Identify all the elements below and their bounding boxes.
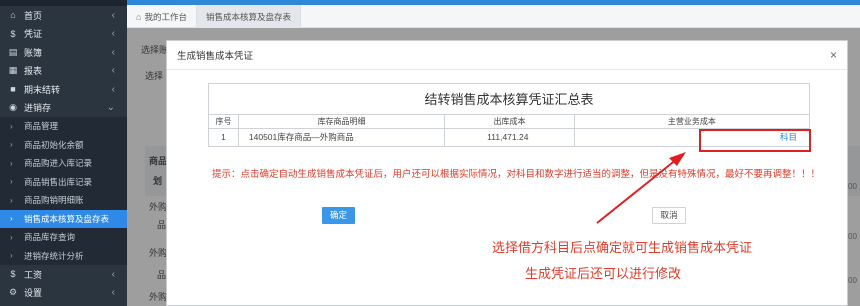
chevron-right-icon: ›	[10, 214, 13, 224]
submenu-item-label: 商品初始化余额	[24, 139, 84, 150]
confirm-button[interactable]: 确定	[322, 207, 355, 224]
sidebar-item-label: 报表	[24, 66, 43, 77]
inventory-submenu: › 商品管理 › 商品初始化余额 › 商品购进入库记录 › 商品销售出库记录 ›…	[0, 117, 127, 265]
sidebar-item-label: 进销存	[24, 103, 52, 114]
sidebar-item-books[interactable]: ▤ 账簿 ‹	[0, 43, 127, 62]
chevron-right-icon: ›	[10, 177, 13, 187]
dialog-header: 生成销售成本凭证	[167, 41, 847, 70]
sidebar-item-label: 凭证	[24, 29, 43, 40]
settings-icon: ⚙	[8, 287, 18, 298]
table-cell-item: 140501库存商品—外购商品	[239, 129, 446, 146]
chevron-right-icon: ›	[10, 195, 13, 205]
submenu-item-label: 商品管理	[24, 121, 59, 132]
table-header-row: 序号 库存商品明细 出库成本 主营业务成本	[209, 115, 809, 129]
table-cell: 00	[848, 232, 857, 241]
sidebar-item-label: 设置	[24, 288, 43, 299]
annotation-text: 选择借方科目后点确定就可生成销售成本凭证	[492, 240, 753, 255]
hint-text: 提示：点击确定自动生成销售成本凭证后，用户还可以根据实际情况，对科目和数字进行适…	[211, 169, 820, 180]
tab-bar: ⌂ 我的工作台 销售成本核算及盘存表	[127, 5, 860, 28]
tab-cost-accounting[interactable]: 销售成本核算及盘存表	[196, 5, 301, 28]
sidebar-item-period-close[interactable]: ■ 期末结转 ‹	[0, 80, 127, 99]
report-icon: ▦	[8, 65, 18, 76]
submenu-item-label: 商品购销明细账	[24, 195, 84, 206]
chevron-left-icon: ‹	[111, 83, 115, 95]
summary-table-title: 结转销售成本核算凭证汇总表	[209, 84, 809, 115]
chevron-left-icon: ‹	[111, 268, 115, 280]
chevron-right-icon: ›	[10, 121, 13, 131]
submenu-item-label: 进销存统计分析	[24, 250, 84, 261]
home-icon: ⌂	[136, 11, 142, 22]
chevron-left-icon: ‹	[111, 287, 115, 299]
submenu-item-initial-balance[interactable]: › 商品初始化余额	[0, 136, 127, 155]
submenu-item-label: 销售成本核算及盘存表	[24, 213, 110, 224]
chevron-right-icon: ›	[10, 232, 13, 242]
sidebar-item-label: 期末结转	[24, 84, 61, 95]
sidebar-item-home[interactable]: ⌂ 首页 ‹	[0, 6, 127, 25]
tab-workbench[interactable]: ⌂ 我的工作台	[127, 5, 197, 28]
sidebar-item-label: 首页	[24, 10, 43, 21]
home-icon: ⌂	[10, 10, 16, 21]
close-icon[interactable]: ×	[830, 48, 837, 62]
table-cell: 00	[848, 182, 857, 191]
column-header-main-cost: 主营业务成本	[667, 117, 716, 126]
sidebar-item-label: 工资	[24, 269, 43, 280]
chevron-left-icon: ‹	[111, 46, 115, 58]
inventory-icon: ◉	[9, 102, 17, 113]
chevron-right-icon: ›	[10, 251, 13, 261]
table-cell-cost: 111,471.24	[445, 129, 575, 146]
sidebar-item-label: 账簿	[24, 47, 43, 58]
submenu-item-cost-accounting[interactable]: › 销售成本核算及盘存表	[0, 209, 127, 228]
sidebar: ⌂ 首页 ‹ $ 凭证 ‹ ▤ 账簿 ‹ ▦ 报表 ‹ ■ 期末结转 ‹ ◉ 进…	[0, 0, 127, 306]
chevron-right-icon: ›	[10, 158, 13, 168]
submenu-item-label: 商品销售出库记录	[24, 176, 93, 187]
table-cell-no: 1	[209, 129, 239, 146]
highlight-box	[699, 129, 811, 152]
dialog-title: 生成销售成本凭证	[177, 51, 254, 62]
period-close-icon: ■	[10, 84, 16, 95]
column-header-cost: 出库成本	[445, 115, 575, 128]
submenu-item-stock-query[interactable]: › 商品库存查询	[0, 228, 127, 247]
chevron-down-icon: ⌄	[106, 102, 115, 114]
cancel-button[interactable]: 取消	[652, 207, 686, 224]
sidebar-item-settings[interactable]: ⚙ 设置 ‹	[0, 284, 127, 303]
generate-voucher-dialog: 生成销售成本凭证 × 结转销售成本核算凭证汇总表 序号 库存商品明细 出库成本 …	[166, 40, 848, 306]
column-header-item: 库存商品明细	[239, 115, 446, 128]
sidebar-item-reports[interactable]: ▦ 报表 ‹	[0, 62, 127, 81]
submenu-item-label: 商品购进入库记录	[24, 158, 93, 169]
table-cell: 00	[848, 276, 857, 285]
submenu-item-label: 商品库存查询	[24, 232, 76, 243]
submenu-item-goods-management[interactable]: › 商品管理	[0, 117, 127, 136]
column-header-no: 序号	[209, 115, 239, 128]
submenu-item-purchase-records[interactable]: › 商品购进入库记录	[0, 154, 127, 173]
chevron-right-icon: ›	[10, 140, 13, 150]
submenu-item-ledger[interactable]: › 商品购销明细账	[0, 191, 127, 210]
chevron-left-icon: ‹	[111, 9, 115, 21]
chevron-left-icon: ‹	[111, 65, 115, 77]
voucher-icon: $	[10, 28, 16, 39]
annotation-text: 生成凭证后还可以进行修改	[525, 266, 682, 281]
submenu-item-sales-records[interactable]: › 商品销售出库记录	[0, 173, 127, 192]
salary-icon: $	[10, 269, 16, 280]
tab-label: 我的工作台	[144, 11, 187, 22]
submenu-item-statistics[interactable]: › 进销存统计分析	[0, 247, 127, 266]
sidebar-item-voucher[interactable]: $ 凭证 ‹	[0, 25, 127, 44]
tab-label: 销售成本核算及盘存表	[205, 11, 291, 22]
chevron-left-icon: ‹	[111, 28, 115, 40]
sidebar-item-inventory[interactable]: ◉ 进销存 ⌄	[0, 99, 127, 118]
sidebar-item-salary[interactable]: $ 工资 ‹	[0, 265, 127, 284]
book-icon: ▤	[8, 46, 18, 57]
